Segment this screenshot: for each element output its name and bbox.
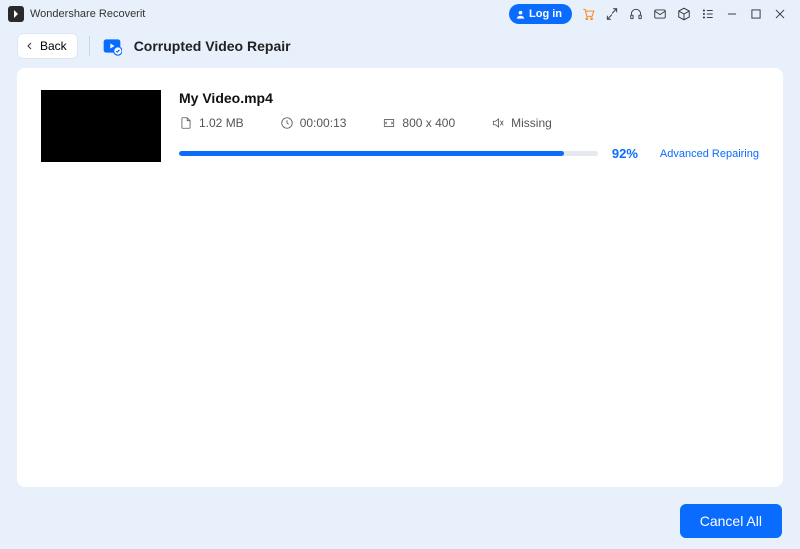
app-title: Wondershare Recoverit (30, 8, 145, 20)
package-icon[interactable] (672, 2, 696, 26)
file-audio-status: Missing (491, 116, 552, 130)
file-audio-status-value: Missing (511, 116, 552, 130)
progress-fill (179, 151, 564, 156)
file-duration-value: 00:00:13 (300, 116, 347, 130)
main-card: My Video.mp4 1.02 MB 00:00:13 800 x 400 … (17, 68, 783, 487)
mail-icon[interactable] (648, 2, 672, 26)
file-info: My Video.mp4 1.02 MB 00:00:13 800 x 400 … (179, 90, 759, 162)
dimensions-icon (382, 116, 396, 130)
file-meta-row: 1.02 MB 00:00:13 800 x 400 Missing (179, 116, 759, 130)
file-duration: 00:00:13 (280, 116, 347, 130)
cancel-all-button[interactable]: Cancel All (680, 504, 782, 538)
page-title: Corrupted Video Repair (134, 38, 291, 54)
back-button[interactable]: Back (18, 34, 77, 58)
login-button[interactable]: Log in (509, 4, 572, 24)
cart-icon[interactable] (576, 2, 600, 26)
progress-row: 92% Advanced Repairing (179, 146, 759, 161)
file-resolution: 800 x 400 (382, 116, 455, 130)
list-icon[interactable] (696, 2, 720, 26)
progress-status: Advanced Repairing (660, 148, 759, 160)
divider (89, 36, 90, 56)
video-repair-icon (102, 36, 122, 56)
titlebar: Wondershare Recoverit Log in (0, 0, 800, 28)
close-icon[interactable] (768, 2, 792, 26)
file-name: My Video.mp4 (179, 90, 759, 106)
file-icon (179, 116, 193, 130)
speaker-icon (491, 116, 505, 130)
file-size-value: 1.02 MB (199, 116, 244, 130)
clock-icon (280, 116, 294, 130)
headphones-icon[interactable] (624, 2, 648, 26)
app-logo (8, 6, 24, 22)
subheader: Back Corrupted Video Repair (0, 28, 800, 64)
video-thumbnail (41, 90, 161, 162)
user-icon (515, 9, 526, 20)
login-label: Log in (529, 8, 562, 20)
file-size: 1.02 MB (179, 116, 244, 130)
footer: Cancel All (0, 493, 800, 549)
minimize-icon[interactable] (720, 2, 744, 26)
arrow-left-icon (24, 40, 36, 52)
maximize-icon[interactable] (744, 2, 768, 26)
back-label: Back (40, 39, 67, 53)
file-resolution-value: 800 x 400 (402, 116, 455, 130)
progress-bar (179, 151, 598, 156)
progress-percent: 92% (612, 146, 646, 161)
file-row: My Video.mp4 1.02 MB 00:00:13 800 x 400 … (17, 68, 783, 162)
import-icon[interactable] (600, 2, 624, 26)
